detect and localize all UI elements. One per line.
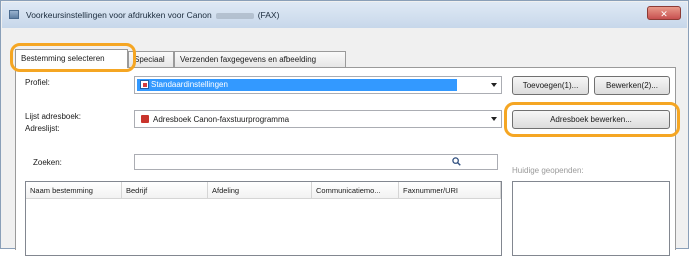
address-book-icon	[141, 115, 149, 123]
chevron-down-icon	[491, 117, 497, 121]
destination-list[interactable]: Naam bestemming Bedrijf Afdeling Communi…	[25, 181, 502, 256]
column-header-name[interactable]: Naam bestemming	[26, 182, 122, 199]
window-title-prefix: Voorkeursinstellingen voor afdrukken voo…	[26, 10, 212, 20]
column-header-communication-mode[interactable]: Communicatiemo...	[312, 182, 399, 199]
title-bar: Voorkeursinstellingen voor afdrukken voo…	[2, 2, 687, 28]
close-icon: ✕	[660, 9, 668, 19]
profile-label: Profiel:	[25, 78, 50, 87]
address-list-label: Adreslijst:	[25, 124, 60, 133]
tab-label: Verzenden faxgegevens en afbeelding	[180, 55, 317, 64]
chevron-down-icon	[491, 83, 497, 87]
window-title-suffix: (FAX)	[257, 10, 280, 20]
redacted-model-name	[215, 12, 254, 19]
tab-highlight-ring	[10, 43, 136, 72]
tab-label: Speciaal	[134, 55, 165, 64]
column-header-fax-number[interactable]: Faxnummer/URI	[399, 182, 501, 199]
current-recipients-list[interactable]	[512, 181, 670, 256]
profile-value: Standaardinstellingen	[151, 80, 228, 89]
edit-address-book-highlight-ring	[504, 102, 680, 137]
search-icon[interactable]	[452, 157, 461, 166]
column-header-company[interactable]: Bedrijf	[122, 182, 208, 199]
print-preferences-dialog: Voorkeursinstellingen voor afdrukken voo…	[0, 0, 689, 256]
profile-icon	[140, 80, 149, 89]
profile-selected-value: Standaardinstellingen	[137, 79, 457, 91]
printer-app-icon	[9, 10, 19, 19]
close-button[interactable]: ✕	[647, 6, 681, 20]
edit-profile-button[interactable]: Bewerken(2)...	[594, 76, 670, 95]
column-header-department[interactable]: Afdeling	[208, 182, 312, 199]
tab-verzenden-faxgegevens[interactable]: Verzenden faxgegevens en afbeelding	[174, 51, 346, 67]
address-book-value: Adresboek Canon-faxstuurprogramma	[153, 115, 290, 124]
window-title: Voorkeursinstellingen voor afdrukken voo…	[26, 10, 279, 20]
add-profile-button[interactable]: Toevoegen(1)...	[512, 76, 589, 95]
search-input[interactable]	[134, 154, 498, 170]
address-book-dropdown[interactable]: Adresboek Canon-faxstuurprogramma	[134, 110, 502, 128]
current-recipients-label: Huidige geopenden:	[512, 166, 584, 175]
search-label: Zoeken:	[33, 158, 62, 167]
address-book-list-label: Lijst adresboek:	[25, 112, 82, 121]
profile-dropdown[interactable]: Standaardinstellingen	[134, 76, 502, 94]
